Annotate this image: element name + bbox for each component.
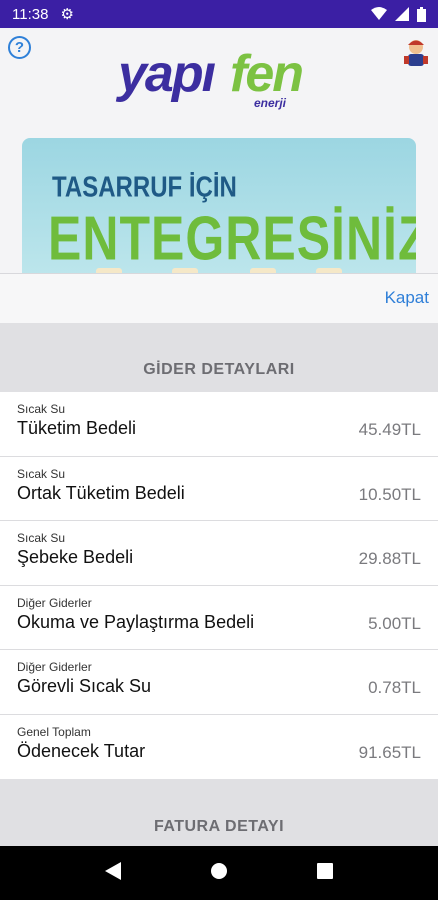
logo-sub-text: enerji xyxy=(254,96,287,110)
help-icon[interactable]: ? xyxy=(8,36,31,59)
back-icon[interactable] xyxy=(104,861,121,885)
gear-icon: ⚙ xyxy=(60,6,74,23)
expense-section-title: GİDER DETAYLARI xyxy=(143,361,295,378)
mascot-avatar-icon[interactable] xyxy=(402,38,430,68)
logo-accent-text: fen xyxy=(230,45,304,103)
expense-list: Sıcak Su Tüketim Bedeli 45.49TL Sıcak Su… xyxy=(0,392,438,779)
item-name: Ortak Tüketim Bedeli xyxy=(17,482,185,503)
signal-icon xyxy=(395,7,409,21)
item-category: Sıcak Su xyxy=(17,531,66,545)
item-name: Görevli Sıcak Su xyxy=(17,676,152,696)
wifi-icon xyxy=(371,7,387,21)
item-name: Tüketim Bedeli xyxy=(17,418,137,438)
status-bar: 11:38 ⚙ xyxy=(0,0,438,28)
list-item[interactable]: Sıcak Su Şebeke Bedeli 29.88TL xyxy=(0,521,438,586)
promo-banner[interactable]: TASARRUF İÇİN ENTEGRESİNİZ! xyxy=(22,138,416,278)
list-item[interactable]: Diğer Giderler Görevli Sıcak Su 0.78TL xyxy=(0,650,438,715)
item-amount: 0.78TL xyxy=(368,678,421,697)
list-item[interactable]: Sıcak Su Tüketim Bedeli 45.49TL xyxy=(0,392,438,457)
close-bar: Kapat xyxy=(0,273,438,323)
recents-icon[interactable] xyxy=(317,862,334,884)
item-amount: 91.65TL xyxy=(358,742,421,762)
item-category: Sıcak Su xyxy=(17,466,66,481)
item-name: Okuma ve Paylaştırma Bedeli xyxy=(17,611,255,632)
banner-line1: TASARRUF İÇİN xyxy=(52,171,237,204)
status-time: 11:38 xyxy=(12,5,49,23)
item-amount: 29.88TL xyxy=(358,549,421,568)
battery-icon xyxy=(417,6,426,22)
item-category: Genel Toplam xyxy=(17,724,91,739)
item-category: Diğer Giderler xyxy=(17,595,92,610)
item-category: Diğer Giderler xyxy=(17,660,92,674)
banner-line2: ENTEGRESİNİZ! xyxy=(48,203,416,274)
logo-main-text: yapı xyxy=(118,45,216,103)
yapifen-logo: yapı fen enerji xyxy=(118,44,328,124)
item-amount: 45.49TL xyxy=(358,420,421,439)
list-item[interactable]: Genel Toplam Ödenecek Tutar 91.65TL xyxy=(0,715,438,780)
home-icon[interactable] xyxy=(210,862,228,885)
app-header: ? yapı fen enerji TASARRUF İÇİN ENTEGRES… xyxy=(0,28,438,278)
item-name: Ödenecek Tutar xyxy=(17,740,146,761)
item-amount: 5.00TL xyxy=(368,613,421,633)
list-item[interactable]: Sıcak Su Ortak Tüketim Bedeli 10.50TL xyxy=(0,457,438,521)
close-button[interactable]: Kapat xyxy=(385,288,429,308)
item-name: Şebeke Bedeli xyxy=(17,547,134,567)
navigation-bar xyxy=(0,846,438,900)
item-amount: 10.50TL xyxy=(358,484,421,504)
item-category: Sıcak Su xyxy=(17,402,66,416)
invoice-section-title: FATURA DETAYI xyxy=(153,818,285,835)
list-item[interactable]: Diğer Giderler Okuma ve Paylaştırma Bede… xyxy=(0,586,438,650)
